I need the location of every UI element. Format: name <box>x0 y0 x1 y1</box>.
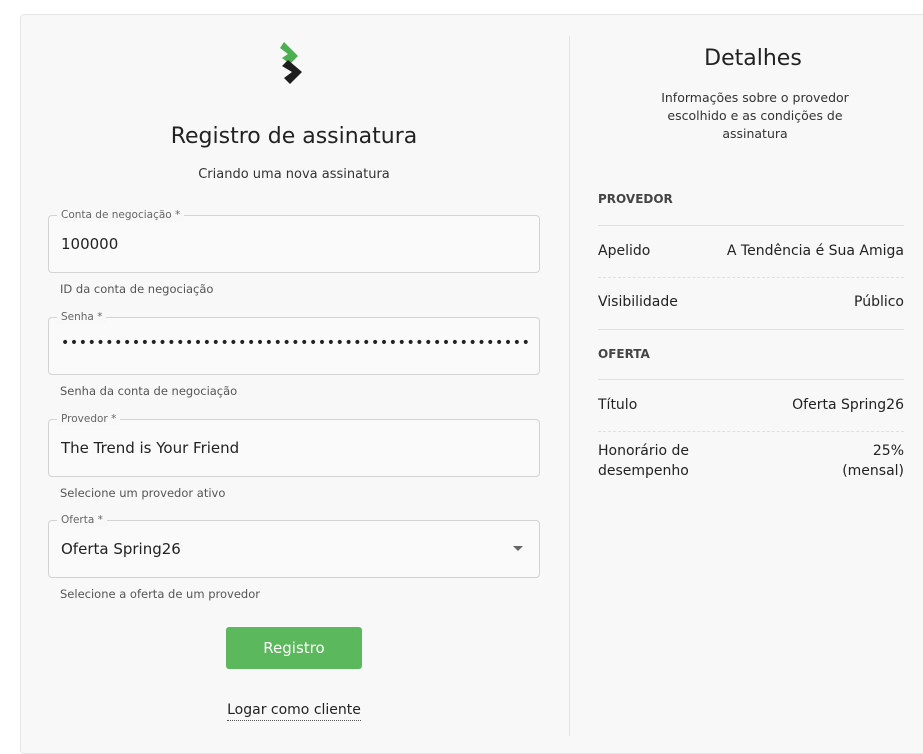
provider-field[interactable]: Provedor * The Trend is Your Friend <box>48 412 540 477</box>
provider-section-heading: PROVEDOR <box>598 192 673 206</box>
row-divider <box>598 431 904 432</box>
visibility-value: Público <box>854 294 904 310</box>
fee-key-line1: Honorário de <box>598 443 690 459</box>
title-value: Oferta Spring26 <box>792 397 904 413</box>
detail-row-performance-fee: Honorário de desempenho 25% (mensal) <box>598 441 904 481</box>
offer-select[interactable]: Oferta * Oferta Spring26 <box>48 513 540 578</box>
account-field-value: 100000 <box>61 235 119 253</box>
detail-row-nickname: Apelido A Tendência é Sua Amiga <box>598 243 904 263</box>
detail-row-title: Título Oferta Spring26 <box>598 397 904 417</box>
fee-value-line1: 25% <box>872 443 904 459</box>
offer-helper: Selecione a oferta de um provedor <box>60 587 260 601</box>
fee-key-line2: desempenho <box>598 463 689 479</box>
register-button[interactable]: Registro <box>226 627 362 669</box>
provider-helper: Selecione um provedor ativo <box>60 486 226 500</box>
offer-section-heading: OFERTA <box>598 347 650 361</box>
password-field-label: Senha * <box>57 310 107 324</box>
provider-field-value: The Trend is Your Friend <box>61 439 240 457</box>
account-helper: ID da conta de negociação <box>60 282 214 296</box>
chevron-logo-icon <box>280 42 302 84</box>
offer-select-label: Oferta * <box>57 513 107 527</box>
client-login-link[interactable]: Logar como cliente <box>226 702 362 721</box>
page-title: Registro de assinatura <box>170 124 418 149</box>
title-key: Título <box>598 397 638 413</box>
column-divider <box>569 36 570 736</box>
page-subtitle: Criando uma nova assinatura <box>198 167 390 182</box>
fee-key: Honorário de desempenho <box>598 441 689 481</box>
offer-select-value: Oferta Spring26 <box>61 540 181 558</box>
password-field[interactable]: Senha * ••••••••••••••••••••••••••••••••… <box>48 310 540 375</box>
account-field[interactable]: Conta de negociação * 100000 <box>48 208 540 273</box>
details-subtitle: Informações sobre o provedor escolhido e… <box>661 90 849 141</box>
password-helper: Senha da conta de negociação <box>60 384 238 398</box>
fee-value-line2: (mensal) <box>842 463 904 479</box>
section-divider <box>598 379 904 380</box>
nickname-value: A Tendência é Sua Amiga <box>726 243 904 259</box>
details-title: Detalhes <box>704 46 802 71</box>
password-field-value: ••••••••••••••••••••••••••••••••••••••••… <box>61 335 531 351</box>
detail-row-visibility: Visibilidade Público <box>598 294 904 314</box>
account-field-label: Conta de negociação * <box>57 208 185 222</box>
visibility-key: Visibilidade <box>598 294 678 310</box>
section-divider <box>598 329 904 330</box>
fee-value: 25% (mensal) <box>842 441 904 481</box>
section-divider <box>598 225 904 226</box>
provider-field-label: Provedor * <box>57 412 121 426</box>
row-divider <box>598 277 904 278</box>
caret-down-icon[interactable] <box>513 546 523 551</box>
nickname-key: Apelido <box>598 243 651 259</box>
client-login-label[interactable]: Logar como cliente <box>227 702 361 721</box>
